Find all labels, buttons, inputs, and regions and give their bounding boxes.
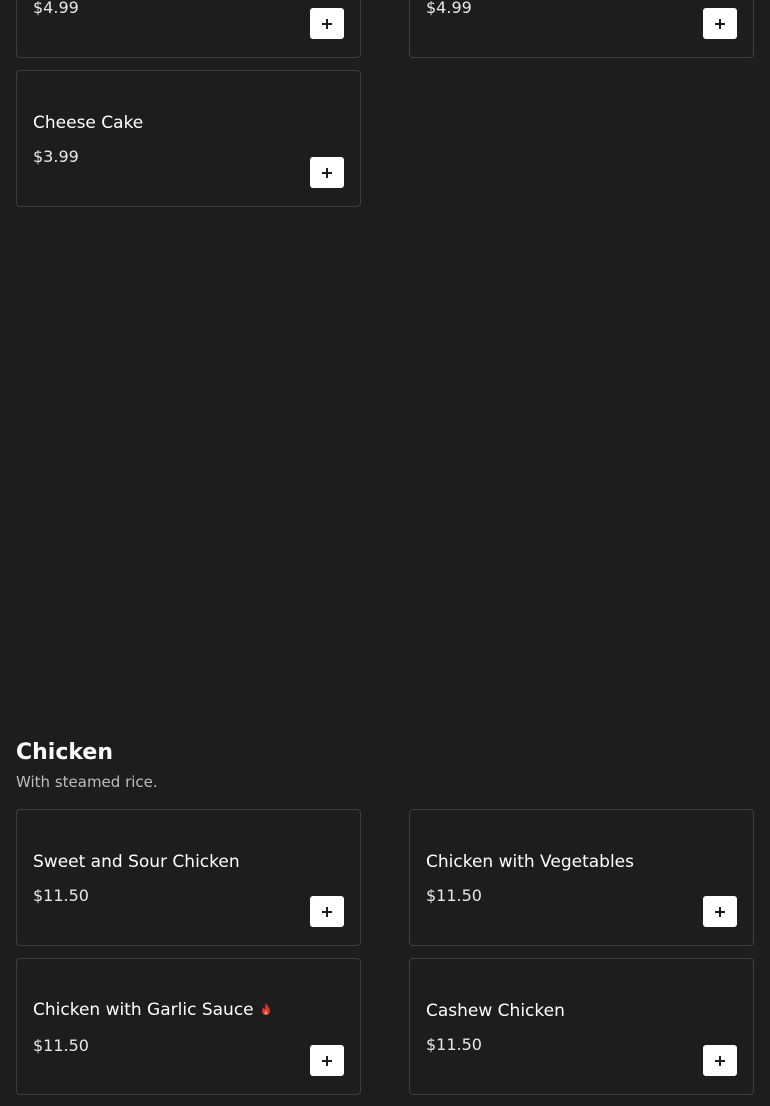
menu-item-card[interactable]: Cheese Cake $3.99 — [16, 70, 361, 207]
item-name: Cashew Chicken — [426, 1001, 565, 1021]
menu-item-card[interactable]: $4.99 — [409, 0, 754, 58]
menu-item-card[interactable]: $4.99 — [16, 0, 361, 58]
add-item-button[interactable] — [703, 8, 737, 39]
plus-icon — [310, 1045, 344, 1076]
plus-icon — [310, 896, 344, 927]
add-item-button[interactable] — [310, 896, 344, 927]
plus-icon — [310, 8, 344, 39]
item-price: $11.50 — [33, 886, 89, 905]
add-item-button[interactable] — [703, 896, 737, 927]
item-name: Chicken with Vegetables — [426, 852, 634, 872]
item-price: $3.99 — [33, 147, 79, 166]
add-item-button[interactable] — [703, 1045, 737, 1076]
menu-item-card[interactable]: Chicken with Vegetables $11.50 — [409, 809, 754, 946]
item-name-row: Chicken with Garlic Sauce — [33, 1000, 273, 1020]
item-price: $4.99 — [33, 0, 79, 17]
item-name: Chicken with Garlic Sauce — [33, 1000, 254, 1020]
menu-item-card[interactable]: Sweet and Sour Chicken $11.50 — [16, 809, 361, 946]
add-item-button[interactable] — [310, 157, 344, 188]
plus-icon — [703, 1045, 737, 1076]
plus-icon — [703, 896, 737, 927]
menu-page: $4.99 $4.99 Cheese Cake $3.99 Chicken Wi… — [0, 0, 770, 1106]
add-item-button[interactable] — [310, 8, 344, 39]
section-description: With steamed rice. — [16, 773, 158, 791]
section-title: Chicken — [16, 740, 114, 765]
plus-icon — [310, 157, 344, 188]
spicy-flame-icon — [261, 1003, 270, 1015]
item-price: $11.50 — [426, 886, 482, 905]
item-price: $4.99 — [426, 0, 472, 17]
item-price: $11.50 — [33, 1036, 89, 1055]
add-item-button[interactable] — [310, 1045, 344, 1076]
menu-item-card[interactable]: Chicken with Garlic Sauce $11.50 — [16, 958, 361, 1095]
menu-item-card[interactable]: Cashew Chicken $11.50 — [409, 958, 754, 1095]
item-name: Cheese Cake — [33, 113, 144, 133]
item-price: $11.50 — [426, 1035, 482, 1054]
plus-icon — [703, 8, 737, 39]
item-name: Sweet and Sour Chicken — [33, 852, 240, 872]
